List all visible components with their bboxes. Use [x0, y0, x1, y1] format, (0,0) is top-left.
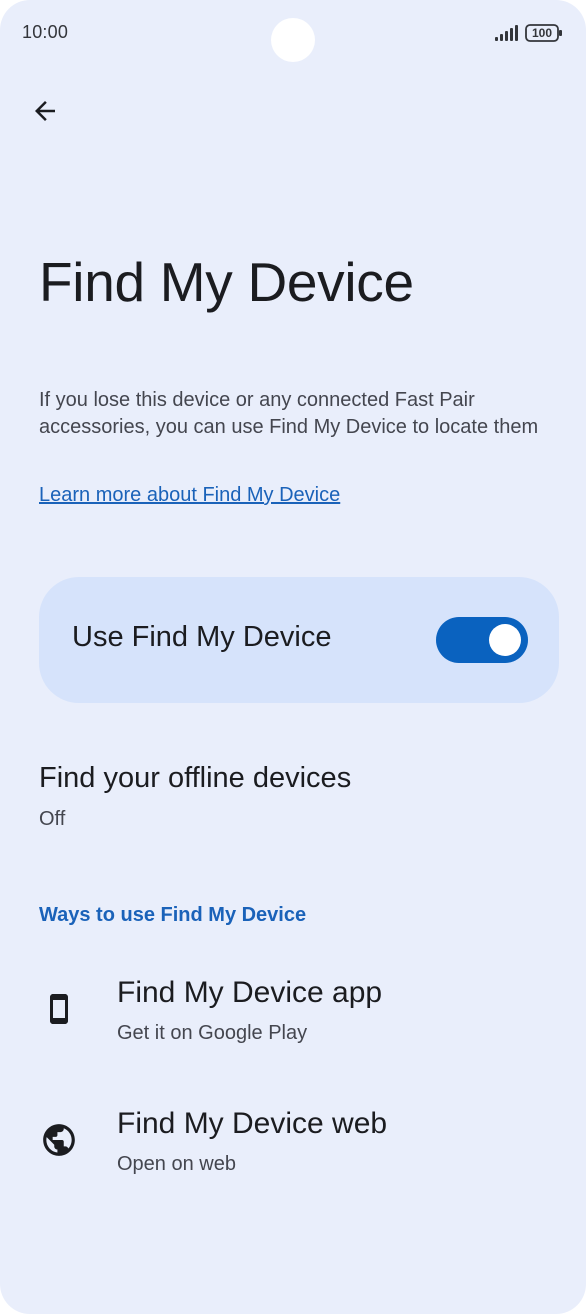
toggle-label: Use Find My Device: [72, 621, 332, 653]
switch-thumb: [489, 624, 521, 656]
find-my-device-web-item[interactable]: Find My Device web Open on web: [0, 1097, 586, 1207]
ways-section-header: Ways to use Find My Device: [39, 904, 307, 926]
intro-description: If you lose this device or any connected…: [39, 389, 539, 438]
signal-bars-icon: [495, 25, 518, 41]
learn-more-link[interactable]: Learn more about Find My Device: [39, 484, 340, 507]
globe-icon: [39, 1120, 79, 1160]
offline-devices-status: Off: [39, 808, 66, 830]
app-item-subtitle: Get it on Google Play: [117, 1022, 308, 1044]
offline-devices-title: Find your offline devices: [39, 762, 352, 794]
offline-devices-row[interactable]: Find your offline devices Off: [0, 748, 586, 848]
use-find-my-device-toggle-card[interactable]: Use Find My Device: [39, 577, 559, 703]
page-title: Find My Device: [39, 251, 414, 313]
screen: 10:00 100 Find My Device If you lose thi…: [0, 0, 586, 1314]
app-item-title: Find My Device app: [117, 976, 383, 1009]
web-item-title: Find My Device web: [117, 1107, 388, 1140]
smartphone-icon: [39, 989, 79, 1029]
web-item-subtitle: Open on web: [117, 1153, 236, 1175]
battery-level: 100: [531, 26, 553, 40]
use-find-my-device-switch[interactable]: [436, 617, 528, 663]
find-my-device-app-item[interactable]: Find My Device app Get it on Google Play: [0, 966, 586, 1076]
arrow-left-icon: [35, 101, 55, 121]
back-button[interactable]: [22, 88, 68, 134]
status-bar: 10:00 100: [0, 0, 586, 66]
camera-cutout: [271, 18, 315, 62]
status-time: 10:00: [22, 22, 69, 42]
